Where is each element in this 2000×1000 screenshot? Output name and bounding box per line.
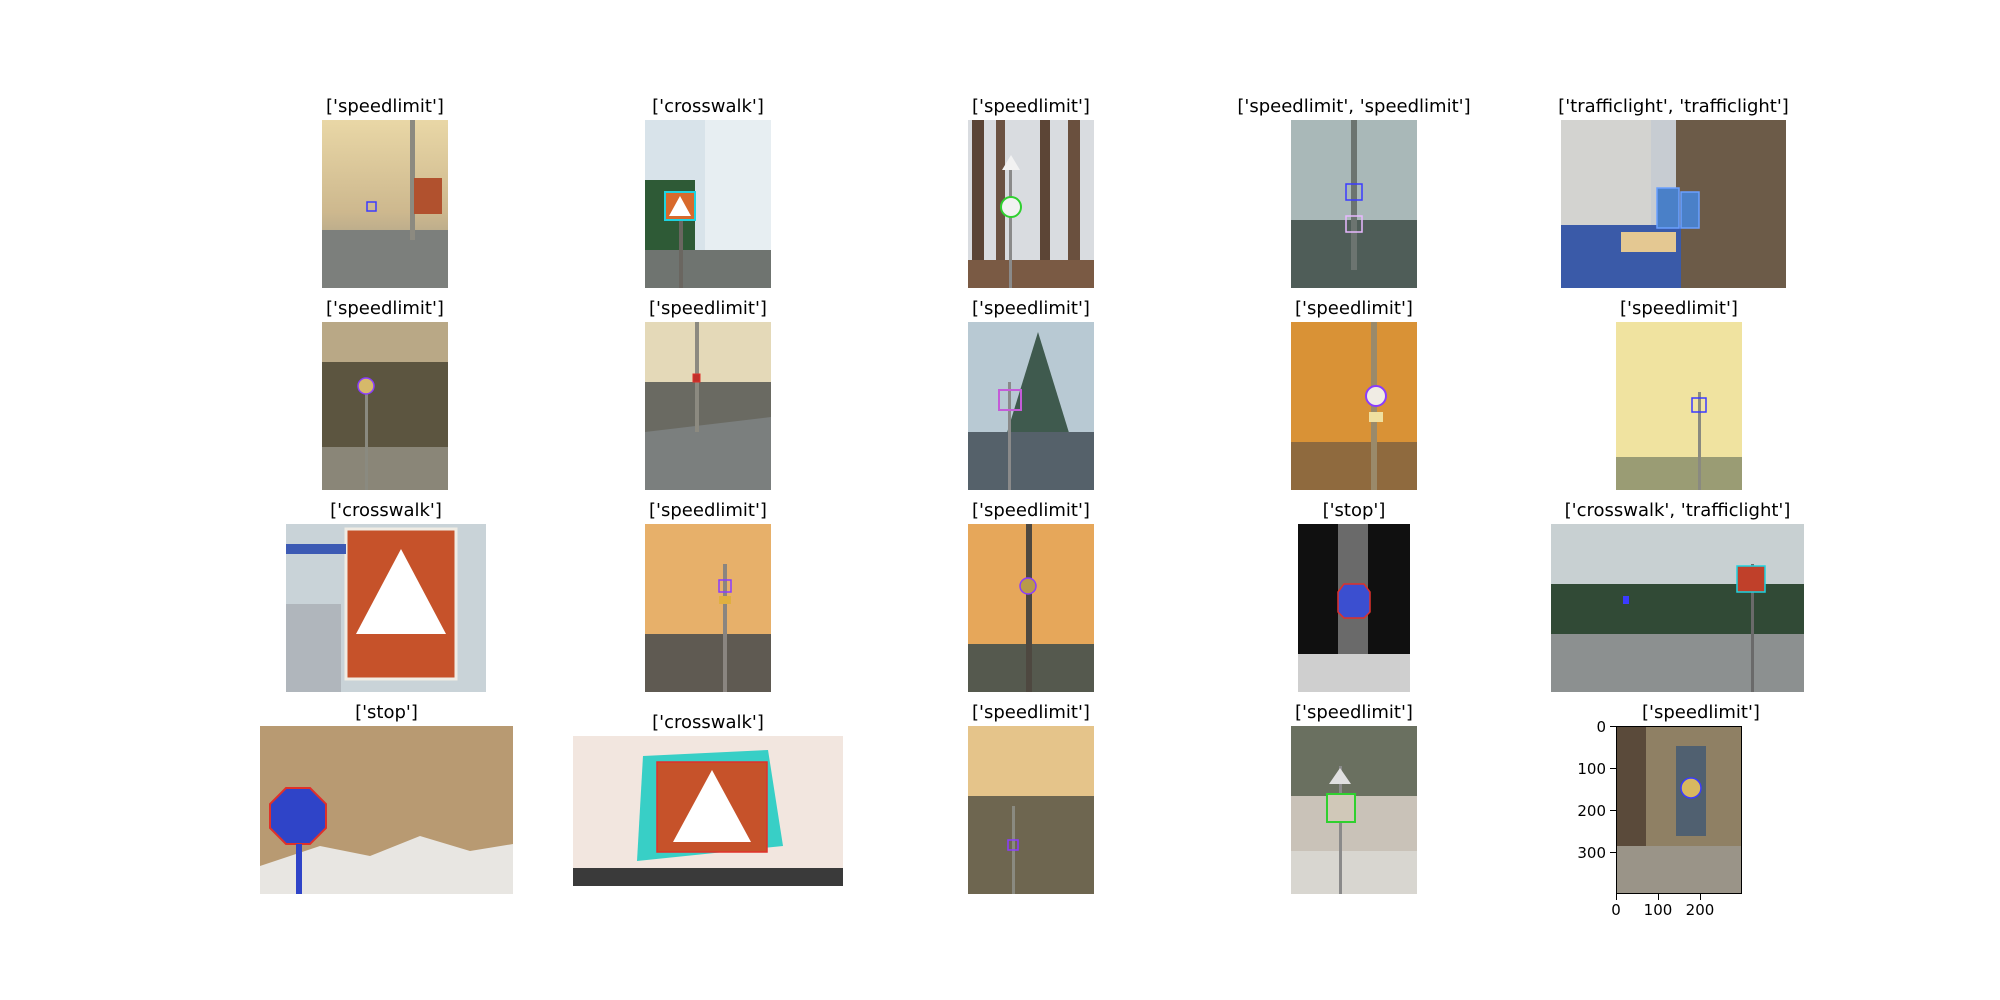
y-tickmark bbox=[1610, 726, 1616, 727]
panel-title: ['crosswalk'] bbox=[330, 500, 442, 521]
panel-title: ['speedlimit'] bbox=[972, 500, 1090, 521]
panel-title: ['speedlimit', 'speedlimit'] bbox=[1237, 96, 1471, 117]
panel-title: ['crosswalk'] bbox=[652, 712, 764, 733]
image-grid-figure: ['speedlimit'] ['crosswalk'] ['speedlimi… bbox=[0, 0, 2000, 1000]
photo-thumbnail bbox=[286, 524, 486, 692]
y-tick-label: 100 bbox=[1577, 760, 1606, 778]
y-tickmark bbox=[1610, 852, 1616, 853]
y-tickmark bbox=[1610, 810, 1616, 811]
panel-3: ['speedlimit'] bbox=[968, 96, 1094, 288]
panel-title: ['speedlimit'] bbox=[972, 96, 1090, 117]
panel-19: ['speedlimit'] bbox=[1291, 702, 1417, 894]
photo-thumbnail bbox=[1291, 322, 1417, 490]
panel-20: ['speedlimit'] 0 100 200 300 0 100 200 bbox=[1577, 702, 1766, 942]
panel-17: ['crosswalk'] bbox=[573, 712, 843, 887]
photo-thumbnail bbox=[1298, 524, 1410, 692]
panel-2: ['crosswalk'] bbox=[645, 96, 771, 288]
x-tickmark bbox=[1616, 894, 1617, 900]
panel-title: ['speedlimit'] bbox=[649, 500, 767, 521]
panel-15: ['crosswalk', 'trafficlight'] bbox=[1551, 500, 1804, 692]
photo-thumbnail bbox=[968, 120, 1094, 288]
panel-10: ['speedlimit'] bbox=[1616, 298, 1742, 490]
panel-13: ['speedlimit'] bbox=[968, 500, 1094, 692]
panel-title: ['speedlimit'] bbox=[326, 298, 444, 319]
x-tick-label: 100 bbox=[1643, 901, 1673, 919]
panel-7: ['speedlimit'] bbox=[645, 298, 771, 490]
panel-6: ['speedlimit'] bbox=[322, 298, 448, 490]
photo-thumbnail bbox=[645, 120, 771, 288]
panel-16: ['stop'] bbox=[260, 702, 513, 894]
photo-thumbnail bbox=[645, 524, 771, 692]
y-tickmark bbox=[1610, 768, 1616, 769]
panel-title: ['stop'] bbox=[355, 702, 418, 723]
panel-title: ['speedlimit'] bbox=[1295, 298, 1413, 319]
y-tick-label: 300 bbox=[1577, 844, 1606, 862]
panel-11: ['crosswalk'] bbox=[286, 500, 486, 692]
photo-thumbnail bbox=[968, 524, 1094, 692]
photo-thumbnail bbox=[573, 736, 843, 886]
photo-thumbnail bbox=[1616, 322, 1742, 490]
panel-18: ['speedlimit'] bbox=[968, 702, 1094, 894]
y-tick-label: 200 bbox=[1577, 802, 1606, 820]
photo-thumbnail bbox=[1551, 524, 1804, 692]
panel-title: ['crosswalk'] bbox=[652, 96, 764, 117]
photo-thumbnail bbox=[1561, 120, 1786, 288]
photo-thumbnail bbox=[260, 726, 513, 894]
panel-4: ['speedlimit', 'speedlimit'] bbox=[1237, 96, 1471, 288]
photo-thumbnail bbox=[968, 726, 1094, 894]
panel-9: ['speedlimit'] bbox=[1291, 298, 1417, 490]
panel-title: ['stop'] bbox=[1322, 500, 1386, 521]
panel-1: ['speedlimit'] bbox=[322, 96, 448, 288]
x-tick-label: 200 bbox=[1685, 901, 1715, 919]
panel-12: ['speedlimit'] bbox=[645, 500, 771, 692]
y-tick-label: 0 bbox=[1596, 718, 1606, 736]
panel-14: ['stop'] bbox=[1298, 500, 1410, 692]
x-tickmark bbox=[1700, 894, 1701, 900]
x-tick-label: 0 bbox=[1611, 901, 1621, 919]
photo-thumbnail bbox=[322, 322, 448, 490]
photo-thumbnail bbox=[1616, 726, 1742, 894]
photo-thumbnail bbox=[968, 322, 1094, 490]
photo-thumbnail bbox=[322, 120, 448, 288]
photo-thumbnail bbox=[1291, 120, 1417, 288]
panel-title: ['crosswalk', 'trafficlight'] bbox=[1564, 500, 1791, 521]
photo-thumbnail bbox=[645, 322, 771, 490]
panel-title: ['speedlimit'] bbox=[1620, 298, 1738, 319]
panel-title: ['trafficlight', 'trafficlight'] bbox=[1558, 96, 1789, 117]
panel-title: ['speedlimit'] bbox=[972, 702, 1090, 723]
panel-title: ['speedlimit'] bbox=[326, 96, 444, 117]
panel-title: ['speedlimit'] bbox=[972, 298, 1090, 319]
panel-title: ['speedlimit'] bbox=[1295, 702, 1413, 723]
panel-5: ['trafficlight', 'trafficlight'] bbox=[1558, 96, 1789, 288]
x-tickmark bbox=[1658, 894, 1659, 900]
panel-8: ['speedlimit'] bbox=[968, 298, 1094, 490]
panel-title: ['speedlimit'] bbox=[649, 298, 767, 319]
panel-title: ['speedlimit'] bbox=[1642, 702, 1760, 723]
photo-thumbnail bbox=[1291, 726, 1417, 894]
